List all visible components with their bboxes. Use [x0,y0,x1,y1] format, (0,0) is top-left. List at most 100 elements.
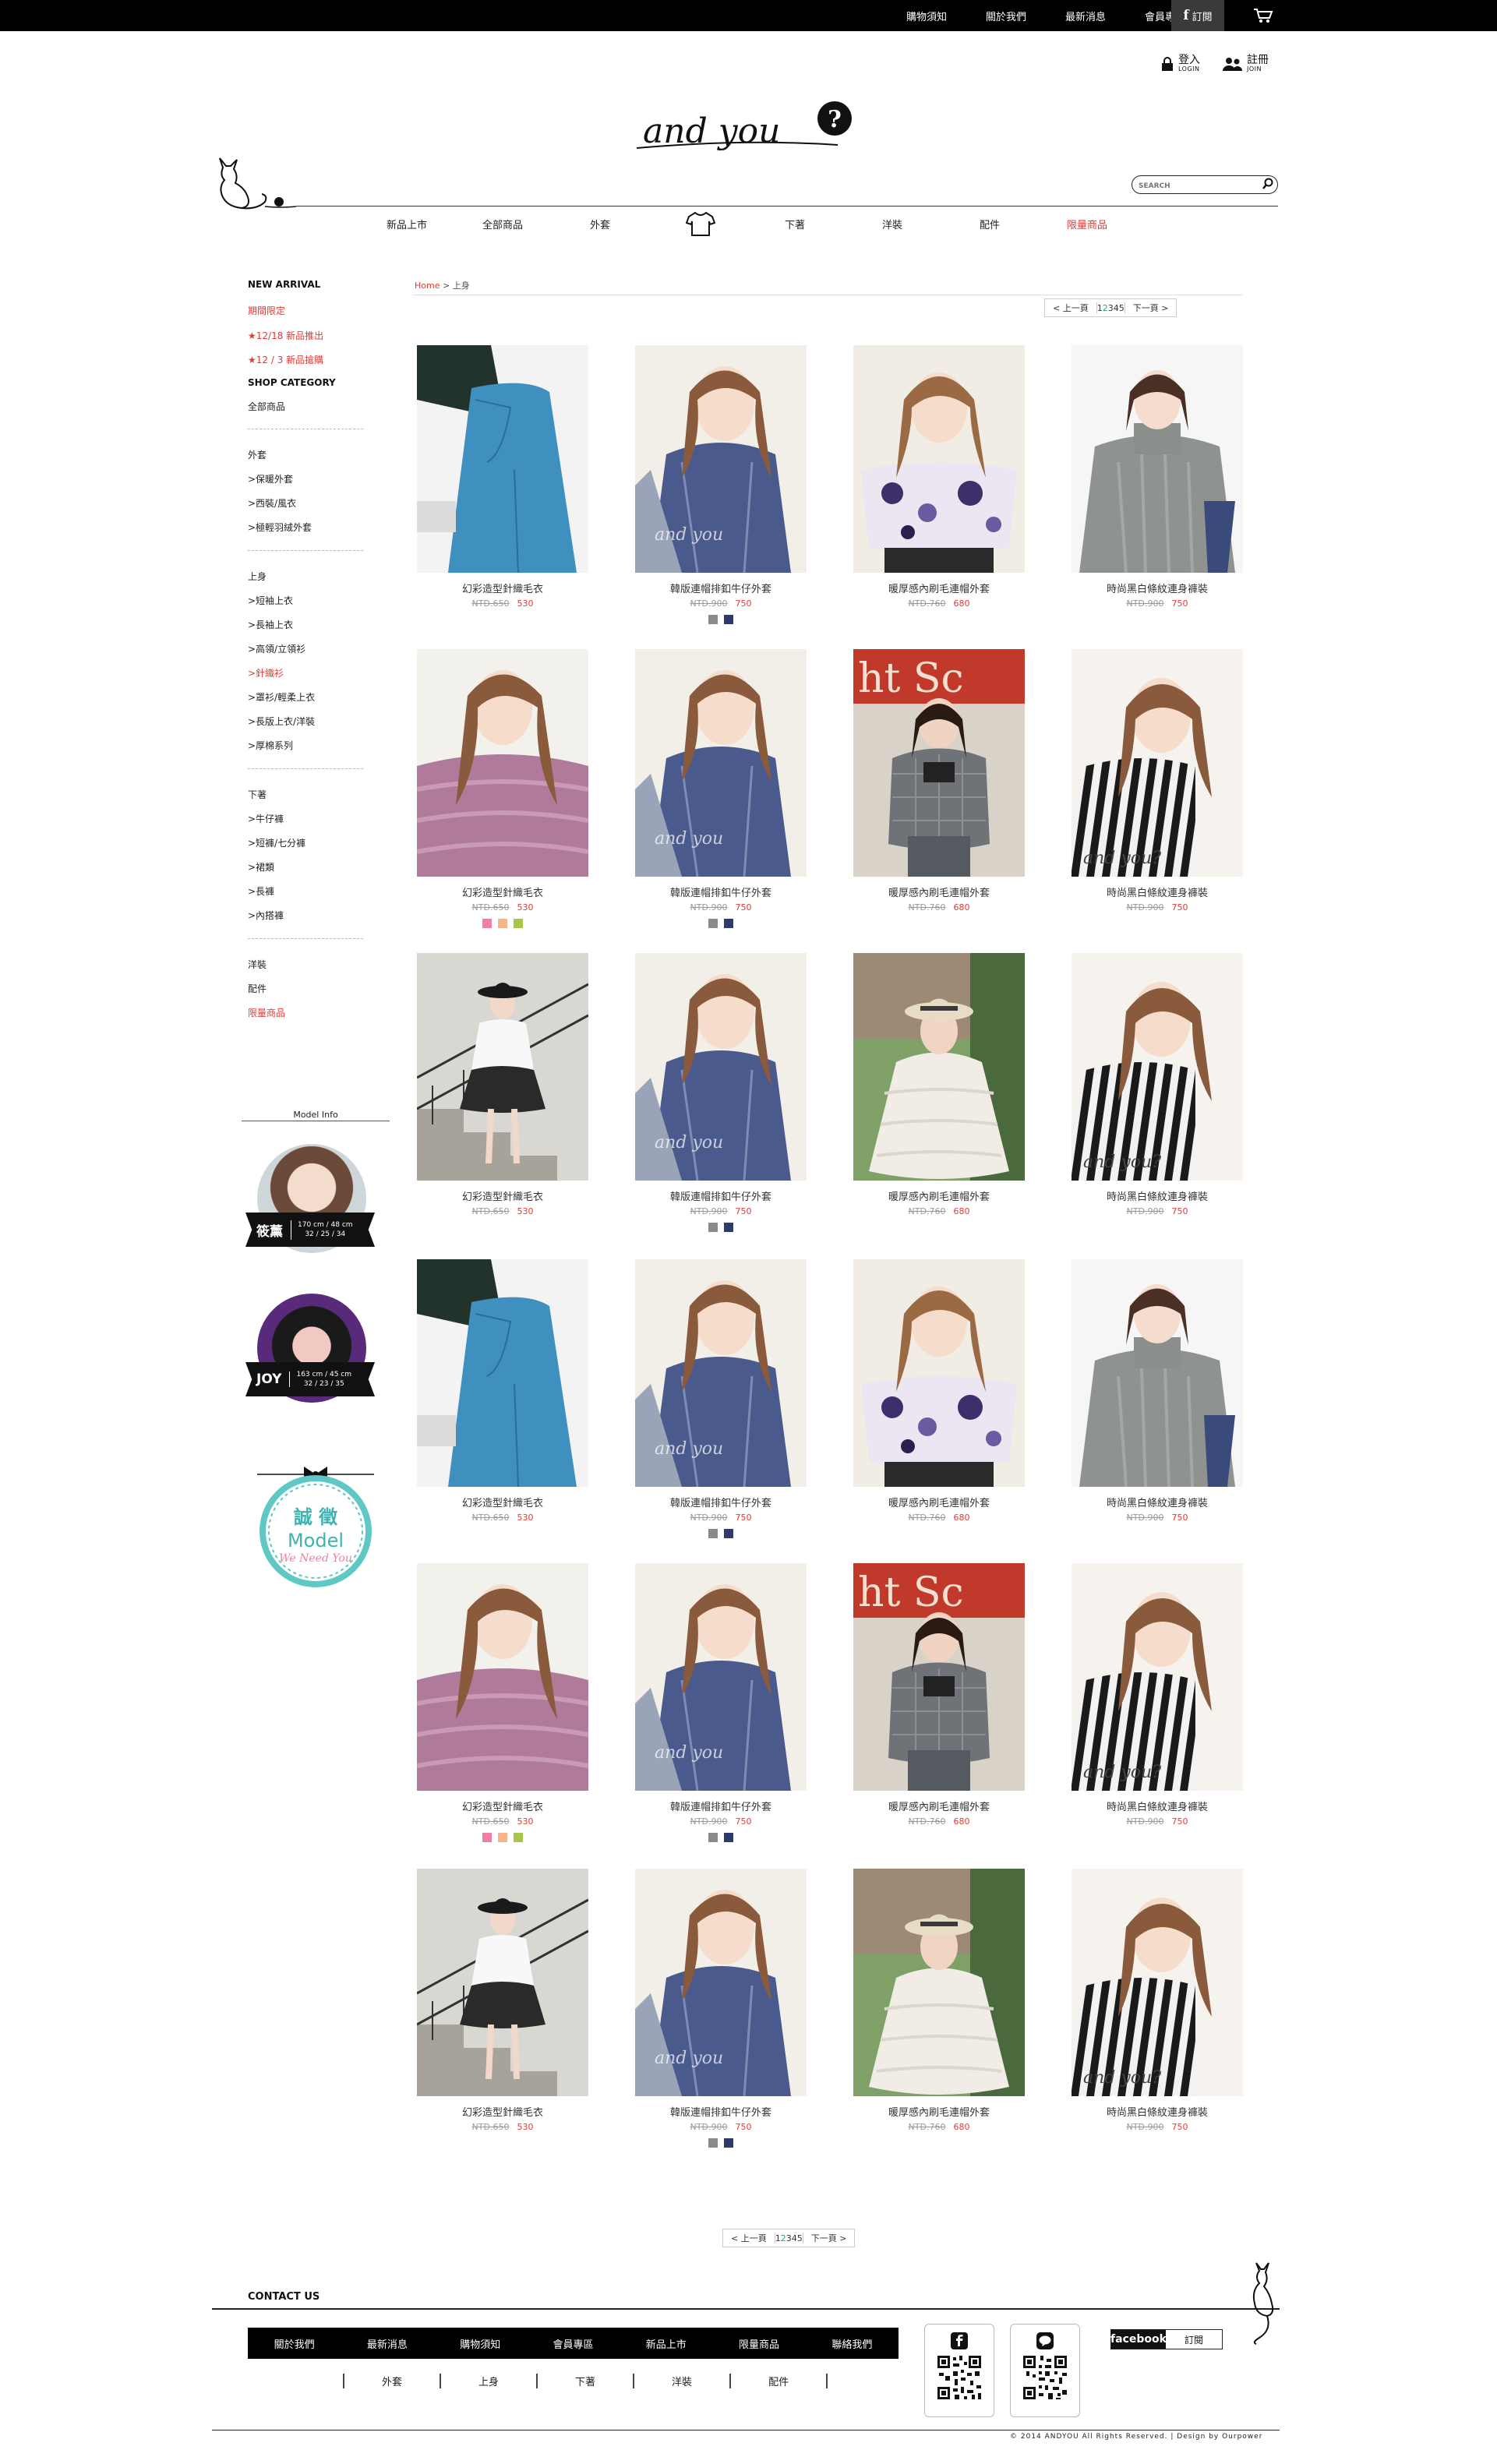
footer-cat-coats[interactable]: 外套 [343,2374,440,2388]
product-name[interactable]: 韓版連帽排釦牛仔外套 [635,581,807,595]
sidebar-bottoms-pants[interactable]: >長褲 [248,884,274,898]
sidebar-new-123[interactable]: ★12 / 3 新品搶購 [248,353,323,366]
next-page-button[interactable]: 下一頁 > [803,2232,855,2244]
join-link[interactable]: 註冊 JOIN [1222,55,1269,72]
product-card[interactable]: and you? 時尚黑白條紋連身褲裝 NTD.900 750 [1072,1563,1243,1827]
page-5[interactable]: 5 [1119,303,1125,313]
andyou-logo[interactable]: and you ? [635,100,861,162]
product-card[interactable]: and you? 時尚黑白條紋連身褲裝 NTD.900 750 [1072,953,1243,1216]
nav-coats[interactable]: 外套 [590,217,610,231]
tshirt-icon[interactable] [686,210,715,237]
product-name[interactable]: 韓版連帽排釦牛仔外套 [635,1799,807,1813]
next-page-button[interactable]: 下一頁 > [1125,302,1177,314]
product-image[interactable] [417,1259,588,1487]
product-card[interactable]: 暖厚感內刷毛連帽外套 NTD.760 680 [853,953,1025,1216]
color-swatch-pink[interactable] [482,1833,492,1842]
footer-new-arrivals[interactable]: 新品上市 [646,2336,687,2351]
cart-icon[interactable] [1253,8,1273,23]
footer-cat-tops[interactable]: 上身 [440,2374,536,2388]
product-name[interactable]: 時尚黑白條紋連身褲裝 [1072,1799,1243,1813]
product-name[interactable]: 時尚黑白條紋連身褲裝 [1072,2104,1243,2119]
product-card[interactable]: 暖厚感內刷毛連帽外套 NTD.760 680 [853,345,1025,609]
product-name[interactable]: 暖厚感內刷毛連帽外套 [853,581,1025,595]
nav-accessories[interactable]: 配件 [980,217,1000,231]
product-name[interactable]: 幻彩造型針織毛衣 [417,884,588,899]
product-name[interactable]: 韓版連帽排釦牛仔外套 [635,1188,807,1203]
color-swatch-lime[interactable] [514,1833,523,1842]
color-swatch-lime[interactable] [514,919,523,928]
product-name[interactable]: 幻彩造型針織毛衣 [417,581,588,595]
footer-cat-accessories[interactable]: 配件 [729,2374,828,2388]
footer-guide[interactable]: 購物須知 [460,2336,500,2351]
facebook-qr-card[interactable] [924,2324,994,2417]
product-image[interactable] [417,953,588,1181]
product-card[interactable]: and you 韓版連帽排釦牛仔外套 NTD.900 750 [635,1259,807,1538]
product-name[interactable]: 韓版連帽排釦牛仔外套 [635,2104,807,2119]
nav-bottoms[interactable]: 下著 [785,217,805,231]
model-card-1[interactable]: 筱薰 170 cm / 48 cm 32 / 25 / 34 [245,1144,375,1269]
footer-cat-dresses[interactable]: 洋裝 [633,2374,729,2388]
nav-dresses[interactable]: 洋裝 [882,217,902,231]
product-name[interactable]: 暖厚感內刷毛連帽外套 [853,1495,1025,1509]
color-swatch-navy[interactable] [724,1529,733,1538]
product-image[interactable] [853,1259,1025,1487]
nav-limited[interactable]: 限量商品 [1067,217,1107,231]
prev-page-button[interactable]: < 上一頁 [1045,302,1096,314]
product-card[interactable]: and you? 時尚黑白條紋連身褲裝 NTD.900 750 [1072,649,1243,913]
sidebar-dress[interactable]: 洋裝 [248,958,267,971]
product-card[interactable]: ht Sc 暖厚感內刷毛連帽外套 NTD.760 680 [853,649,1025,913]
color-swatch-navy[interactable] [724,919,733,928]
product-image[interactable]: and you? [1072,649,1243,877]
footer-member[interactable]: 會員專區 [553,2336,593,2351]
sidebar-bottoms-shorts[interactable]: >短褲/七分褲 [248,836,305,849]
product-name[interactable]: 韓版連帽排釦牛仔外套 [635,884,807,899]
product-image[interactable] [1072,345,1243,573]
product-image[interactable] [853,953,1025,1181]
product-card[interactable]: and you 韓版連帽排釦牛仔外套 NTD.900 750 [635,1869,807,2148]
product-card[interactable]: and you 韓版連帽排釦牛仔外套 NTD.900 750 [635,953,807,1232]
product-image[interactable] [1072,1259,1243,1487]
sidebar-bottoms-skirts[interactable]: >裙類 [248,860,274,874]
model-recruit-badge[interactable]: 誠 徵 Model We Need You [249,1457,382,1590]
page-3[interactable]: 3 [1108,303,1114,313]
sidebar-tops[interactable]: 上身 [248,570,267,583]
product-image[interactable] [417,1869,588,2096]
sidebar-tops-knit[interactable]: >針織衫 [248,666,284,680]
facebook-subscribe-widget[interactable]: facebook 訂閱 [1110,2329,1223,2349]
product-image[interactable] [417,345,588,573]
product-name[interactable]: 幻彩造型針織毛衣 [417,2104,588,2119]
nav-all-products[interactable]: 全部商品 [482,217,523,231]
product-name[interactable]: 幻彩造型針織毛衣 [417,1799,588,1813]
topnav-news[interactable]: 最新消息 [1046,9,1125,23]
product-image[interactable]: and you [635,345,807,573]
product-image[interactable]: and you [635,953,807,1181]
color-swatch-navy[interactable] [724,1223,733,1232]
product-image[interactable] [417,649,588,877]
prev-page-button[interactable]: < 上一頁 [723,2232,775,2244]
page-1[interactable]: 1 [775,2233,781,2243]
product-image[interactable]: and you [635,1869,807,2096]
product-image[interactable]: and you? [1072,1869,1243,2096]
sidebar-new-arrival[interactable]: NEW ARRIVAL [248,279,320,290]
product-card[interactable]: 幻彩造型針織毛衣 NTD.650 530 [417,649,588,928]
page-2[interactable]: 2 [781,2233,786,2243]
color-swatch-gray[interactable] [708,1223,718,1232]
nav-new-arrivals[interactable]: 新品上市 [387,217,427,231]
product-card[interactable]: 暖厚感內刷毛連帽外套 NTD.760 680 [853,1259,1025,1523]
sidebar-coat-down[interactable]: >極輕羽絨外套 [248,521,312,534]
product-image[interactable]: and you? [1072,953,1243,1181]
color-swatch-gray[interactable] [708,1529,718,1538]
product-name[interactable]: 時尚黑白條紋連身褲裝 [1072,884,1243,899]
color-swatch-gray[interactable] [708,615,718,624]
product-name[interactable]: 時尚黑白條紋連身褲裝 [1072,1188,1243,1203]
product-name[interactable]: 幻彩造型針織毛衣 [417,1188,588,1203]
color-swatch-navy[interactable] [724,615,733,624]
footer-news[interactable]: 最新消息 [367,2336,408,2351]
facebook-subscribe-button[interactable]: f 訂閱 [1171,0,1224,31]
product-image[interactable]: ht Sc [853,1563,1025,1791]
breadcrumb-home[interactable]: Home [415,281,440,291]
sidebar-all-products[interactable]: 全部商品 [248,400,285,413]
sidebar-tops-highneck[interactable]: >高領/立領衫 [248,642,305,655]
product-card[interactable]: 幻彩造型針織毛衣 NTD.650 530 [417,345,588,609]
sidebar-bottoms-leggings[interactable]: >內搭褲 [248,909,284,922]
